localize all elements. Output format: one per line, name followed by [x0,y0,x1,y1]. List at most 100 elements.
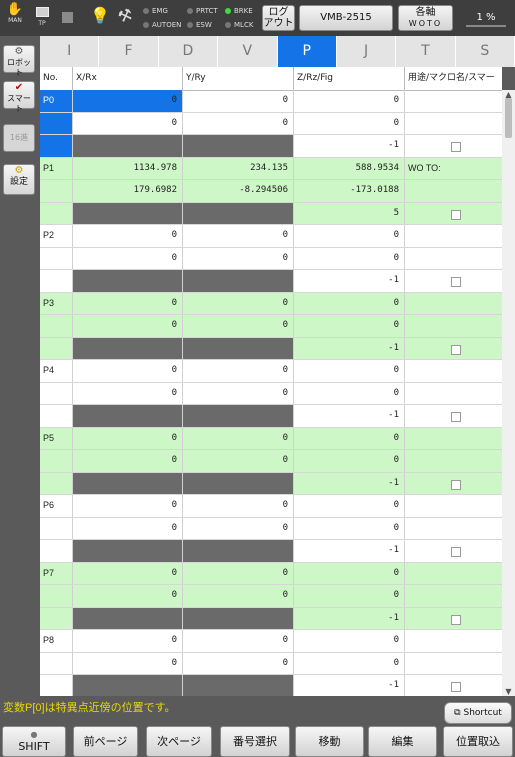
usage-cell[interactable] [405,90,502,112]
z-value-cell[interactable]: -173.0188 [294,180,405,202]
tab-f[interactable]: F [99,36,159,67]
vertical-scrollbar[interactable]: ▲ ▼ [502,90,515,696]
x-value-cell[interactable]: 0 [73,585,183,607]
y-value-cell[interactable]: 0 [183,292,294,314]
usage-cell[interactable] [405,585,502,607]
x-value-cell[interactable]: 0 [73,517,183,539]
x-value-cell[interactable] [73,607,183,629]
x-value-cell[interactable]: 179.6982 [73,180,183,202]
z-value-cell[interactable]: 0 [294,225,405,247]
x-value-cell[interactable]: 0 [73,225,183,247]
tab-v[interactable]: V [218,36,278,67]
y-value-cell[interactable] [183,135,294,157]
x-value-cell[interactable] [73,472,183,494]
usage-cell[interactable] [405,518,502,540]
x-value-cell[interactable]: 0 [73,495,183,517]
smart-checkbox[interactable] [451,209,461,220]
usage-cell[interactable] [405,405,502,427]
z-value-cell[interactable]: 0 [294,292,405,314]
usage-cell[interactable] [405,495,502,517]
usage-cell[interactable] [405,653,502,675]
y-value-cell[interactable]: 0 [183,517,294,539]
tab-p[interactable]: P [277,36,337,67]
usage-cell[interactable] [405,540,502,562]
z-value-cell[interactable]: -1 [294,337,405,359]
z-value-cell[interactable]: 0 [294,630,405,652]
x-value-cell[interactable]: 0 [73,112,183,134]
y-value-cell[interactable] [183,472,294,494]
y-value-cell[interactable] [183,607,294,629]
next-page-button[interactable]: 次ページ [146,726,212,757]
z-value-cell[interactable]: 0 [294,360,405,382]
z-value-cell[interactable]: -1 [294,472,405,494]
y-value-cell[interactable]: 0 [183,315,294,337]
y-value-cell[interactable]: 0 [183,90,294,112]
smart-button[interactable]: ✔ スマート [3,81,35,113]
x-value-cell[interactable] [73,202,183,224]
smart-checkbox[interactable] [451,479,461,490]
z-value-cell[interactable]: 0 [294,382,405,404]
smart-checkbox[interactable] [451,277,461,287]
y-value-cell[interactable]: 0 [183,112,294,134]
settings-button[interactable]: ⚙ 設定 [3,164,35,195]
usage-cell[interactable] [405,113,502,135]
hex-toggle-button[interactable]: 16進 [3,124,35,152]
usage-cell[interactable] [405,383,502,405]
x-value-cell[interactable] [73,135,183,157]
y-value-cell[interactable]: 0 [183,450,294,472]
usage-cell[interactable] [405,360,502,382]
tab-s[interactable]: S [456,36,515,67]
z-value-cell[interactable]: -1 [294,540,405,562]
usage-cell[interactable] [405,315,502,337]
shortcut-button[interactable]: ⧉ Shortcut [444,702,512,724]
y-value-cell[interactable] [183,337,294,359]
tab-d[interactable]: D [159,36,219,67]
z-value-cell[interactable]: 0 [294,517,405,539]
edit-button[interactable]: 編集 [368,726,437,757]
x-value-cell[interactable]: 0 [73,315,183,337]
y-value-cell[interactable]: 0 [183,247,294,269]
usage-cell[interactable] [405,225,502,247]
y-value-cell[interactable]: 0 [183,427,294,449]
y-value-cell[interactable]: 0 [183,562,294,584]
y-value-cell[interactable] [183,202,294,224]
z-value-cell[interactable]: 5 [294,202,405,224]
usage-cell[interactable] [405,135,502,157]
usage-cell[interactable] [405,203,502,225]
y-value-cell[interactable] [183,270,294,292]
tab-t[interactable]: T [396,36,456,67]
x-value-cell[interactable]: 0 [73,382,183,404]
move-button[interactable]: 移動 [295,726,364,757]
y-value-cell[interactable]: 0 [183,652,294,674]
z-value-cell[interactable]: 0 [294,315,405,337]
usage-cell[interactable]: WO TO: [405,158,502,180]
tab-i[interactable]: I [40,36,100,67]
x-value-cell[interactable] [73,675,183,696]
z-value-cell[interactable]: -1 [294,405,405,427]
x-value-cell[interactable]: 0 [73,652,183,674]
z-value-cell[interactable]: 0 [294,562,405,584]
y-value-cell[interactable]: 0 [183,360,294,382]
smart-checkbox[interactable] [451,142,461,152]
tab-j[interactable]: J [337,36,397,67]
man-mode-icon[interactable]: ✋ MAN [4,3,26,25]
usage-cell[interactable] [405,428,502,450]
y-value-cell[interactable]: 234.135 [183,157,294,179]
z-value-cell[interactable]: -1 [294,270,405,292]
x-value-cell[interactable]: 0 [73,630,183,652]
prev-page-button[interactable]: 前ページ [73,726,138,757]
z-value-cell[interactable]: 588.9534 [294,157,405,179]
z-value-cell[interactable]: -1 [294,607,405,629]
usage-cell[interactable] [405,338,502,360]
z-value-cell[interactable]: -1 [294,135,405,157]
z-value-cell[interactable]: -1 [294,675,405,696]
z-value-cell[interactable]: 0 [294,90,405,112]
usage-cell[interactable] [405,563,502,585]
scroll-down-icon[interactable]: ▼ [502,687,515,696]
smart-checkbox[interactable] [451,614,461,625]
x-value-cell[interactable] [73,337,183,359]
usage-cell[interactable] [405,293,502,315]
y-value-cell[interactable] [183,675,294,696]
z-value-cell[interactable]: 0 [294,450,405,472]
smart-checkbox[interactable] [451,412,461,422]
